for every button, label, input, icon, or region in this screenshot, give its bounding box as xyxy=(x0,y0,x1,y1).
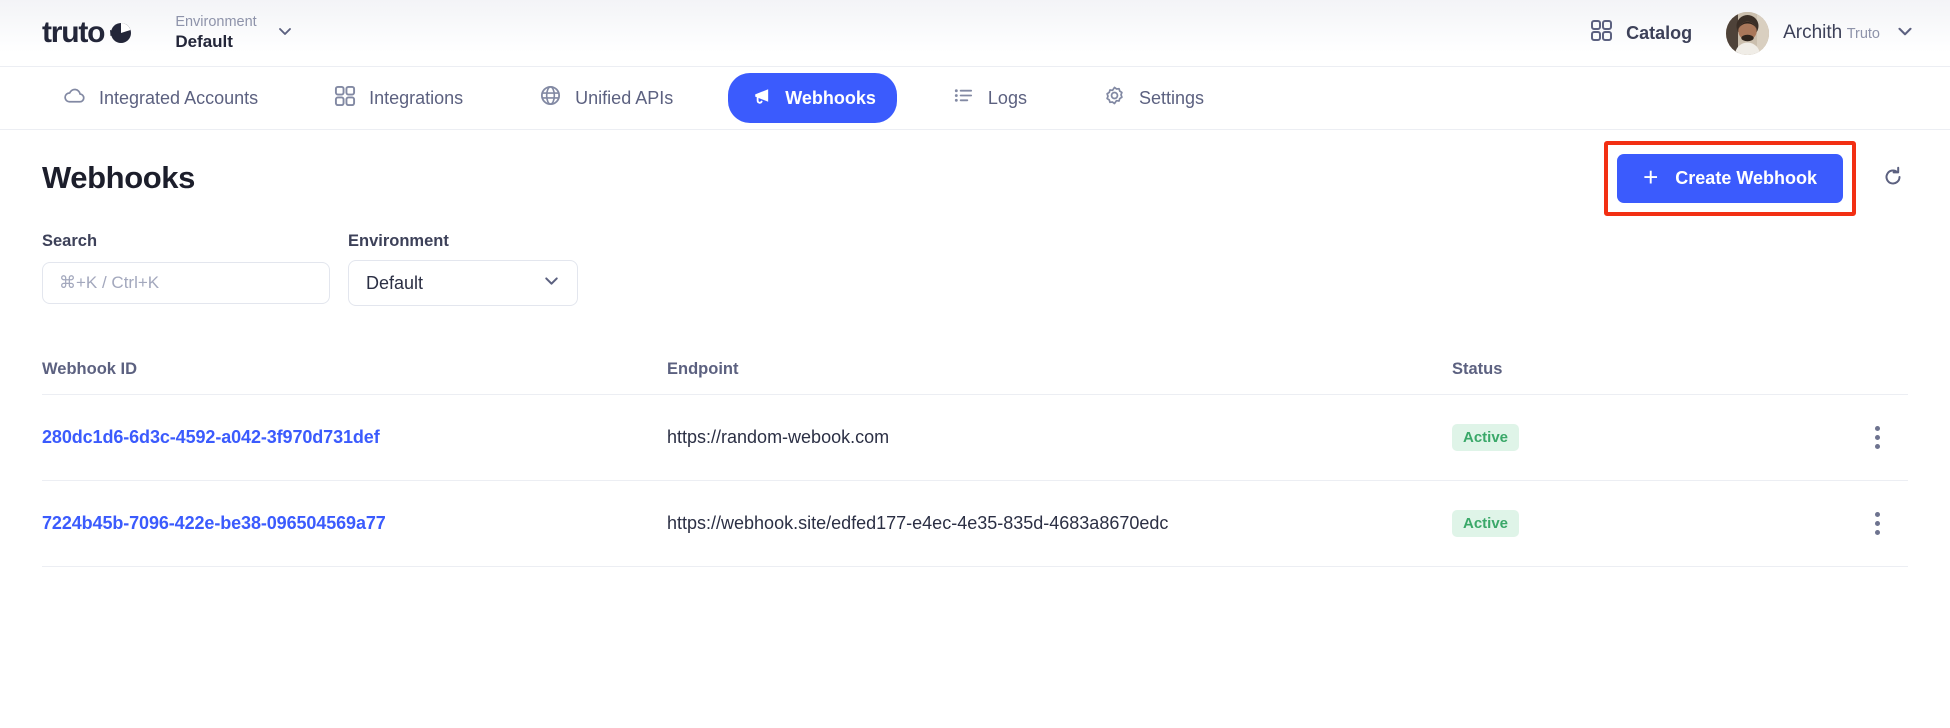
truto-pie-logo-icon xyxy=(107,18,133,49)
column-header-status: Status xyxy=(1452,360,1503,378)
kebab-menu-icon[interactable] xyxy=(1865,420,1890,455)
table-row: 280dc1d6-6d3c-4592-a042-3f970d731def htt… xyxy=(42,395,1908,481)
kebab-dot xyxy=(1875,435,1880,440)
kebab-menu-icon[interactable] xyxy=(1865,506,1890,541)
page-actions: + Create Webhook xyxy=(1604,140,1908,216)
environment-current-value: Default xyxy=(175,32,233,52)
nav-label: Unified APIs xyxy=(575,87,674,108)
globe-icon xyxy=(539,84,562,112)
grid-squares-icon xyxy=(334,85,356,112)
top-bar: truto Environment Default Catalog Archit… xyxy=(0,0,1950,67)
table-cell-endpoint: https://webhook.site/edfed177-e4ec-4e35-… xyxy=(667,513,1169,533)
chevron-down-icon xyxy=(275,21,295,46)
environment-select[interactable]: Default xyxy=(348,260,578,306)
nav-item-webhooks[interactable]: Webhooks xyxy=(728,73,897,123)
nav-label: Settings xyxy=(1138,87,1205,108)
list-icon xyxy=(952,84,975,112)
table-cell-actions xyxy=(1782,420,1908,455)
page-title: Webhooks xyxy=(42,160,195,195)
table-cell-status: Active xyxy=(1452,510,1782,537)
catalog-button[interactable]: Catalog xyxy=(1590,19,1692,47)
page-header: Webhooks + Create Webhook xyxy=(42,130,1908,226)
environment-filter-label: Environment xyxy=(348,232,449,250)
page-content: Webhooks + Create Webhook Search ⌘+K / C… xyxy=(0,130,1950,567)
webhook-id-link[interactable]: 280dc1d6-6d3c-4592-a042-3f970d731def xyxy=(42,427,380,447)
nav-item-integrated-accounts[interactable]: Integrated Accounts xyxy=(42,73,279,123)
search-label: Search xyxy=(42,232,98,250)
nav-label: Logs xyxy=(987,87,1027,108)
filter-bar: Search Environment Default xyxy=(42,232,1908,306)
search-input[interactable] xyxy=(42,262,330,304)
create-webhook-highlight: + Create Webhook xyxy=(1604,140,1856,216)
megaphone-icon xyxy=(749,84,772,112)
create-webhook-label: Create Webhook xyxy=(1675,167,1817,188)
nav-item-logs[interactable]: Logs xyxy=(931,73,1048,123)
kebab-dot xyxy=(1875,512,1880,517)
table-cell-endpoint: https://random-webook.com xyxy=(667,427,890,447)
search-field: Search xyxy=(42,232,330,306)
refresh-button[interactable] xyxy=(1878,162,1908,195)
top-bar-right-group: Catalog Archith Truto xyxy=(1590,11,1916,55)
nav-item-integrations[interactable]: Integrations xyxy=(313,74,484,123)
kebab-dot xyxy=(1875,444,1880,449)
kebab-dot xyxy=(1875,521,1880,526)
catalog-label: Catalog xyxy=(1626,22,1693,43)
environment-switcher[interactable]: Environment Default xyxy=(175,14,294,51)
column-header-endpoint: Endpoint xyxy=(667,360,739,378)
user-org: Truto xyxy=(1846,25,1880,42)
environment-filter-field: Environment Default xyxy=(348,232,578,306)
environment-kicker: Environment xyxy=(175,14,257,31)
logo-wordmark: truto xyxy=(42,16,106,49)
kebab-dot xyxy=(1875,530,1880,535)
column-header-webhook-id: Webhook ID xyxy=(42,360,138,378)
environment-select-wrap: Default xyxy=(348,260,578,306)
user-menu[interactable]: Archith Truto xyxy=(1726,11,1916,55)
avatar xyxy=(1726,11,1770,55)
refresh-circular-arrow-icon xyxy=(1880,164,1906,193)
table-cell-webhook-id: 280dc1d6-6d3c-4592-a042-3f970d731def xyxy=(42,427,667,448)
create-webhook-button[interactable]: + Create Webhook xyxy=(1617,153,1843,203)
user-name: Archith xyxy=(1783,21,1843,43)
kebab-dot xyxy=(1875,426,1880,431)
nav-label: Integrated Accounts xyxy=(99,87,259,108)
table-cell-status: Active xyxy=(1452,424,1782,451)
table-row: 7224b45b-7096-422e-be38-096504569a77 htt… xyxy=(42,481,1908,567)
status-badge: Active xyxy=(1452,510,1520,537)
table-cell-webhook-id: 7224b45b-7096-422e-be38-096504569a77 xyxy=(42,513,667,534)
nav-label: Integrations xyxy=(369,87,464,108)
environment-select-value: Default xyxy=(366,272,424,293)
status-badge: Active xyxy=(1452,424,1520,451)
webhook-id-link[interactable]: 7224b45b-7096-422e-be38-096504569a77 xyxy=(42,513,386,533)
table-cell-actions xyxy=(1782,506,1908,541)
cloud-icon xyxy=(63,84,86,112)
app-logo[interactable]: truto xyxy=(42,16,133,50)
table-header-row: Webhook ID Endpoint Status xyxy=(42,360,1908,395)
nav-label: Webhooks xyxy=(785,87,876,108)
gear-icon xyxy=(1103,84,1126,112)
grid-squares-icon xyxy=(1590,19,1613,47)
chevron-down-icon xyxy=(1894,20,1916,47)
main-nav: Integrated Accounts Integrations Unified… xyxy=(0,67,1950,130)
plus-icon: + xyxy=(1643,162,1659,192)
nav-item-settings[interactable]: Settings xyxy=(1082,73,1225,123)
nav-item-unified-apis[interactable]: Unified APIs xyxy=(518,73,694,123)
webhooks-table: Webhook ID Endpoint Status 280dc1d6-6d3c… xyxy=(42,360,1908,567)
